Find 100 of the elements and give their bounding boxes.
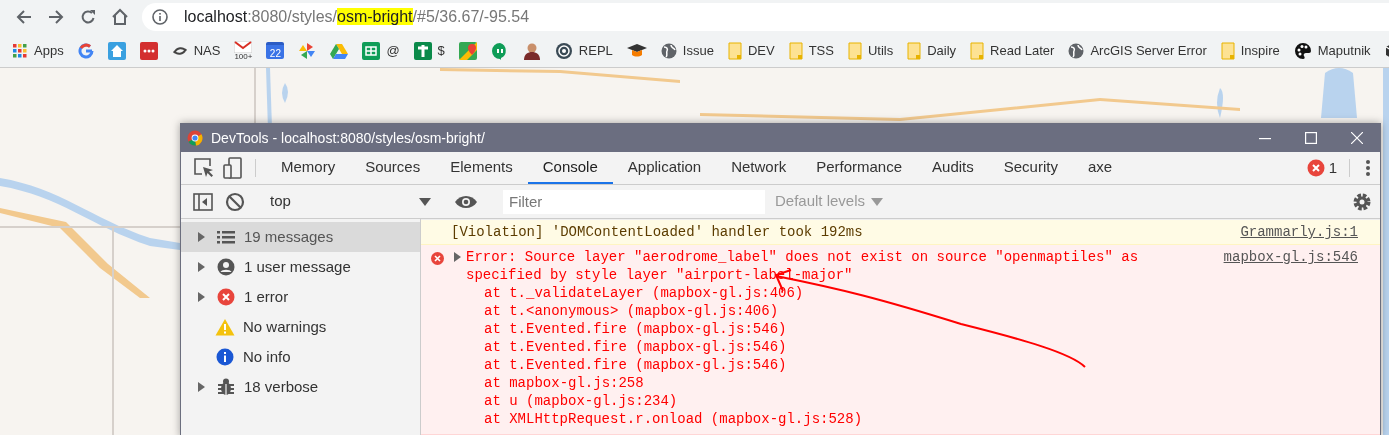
envelope-icon <box>234 40 253 53</box>
source-link[interactable]: mapbox-gl.js:528 <box>719 411 854 427</box>
home-icon <box>111 8 129 26</box>
stack-line: at u (mapbox-gl.js:234) <box>483 392 679 410</box>
tab[interactable]: Network <box>716 152 802 184</box>
source-link[interactable]: Grammarly.js:1 <box>1240 223 1358 241</box>
bookmark[interactable] <box>137 41 160 60</box>
palette-icon <box>1293 41 1312 60</box>
bookmark[interactable]: 100+ <box>232 40 255 61</box>
person-icon <box>522 41 541 60</box>
caret-icon <box>419 197 431 206</box>
chat-icon <box>490 41 509 60</box>
bookmark[interactable]: Read Later <box>968 40 1057 61</box>
sidebar-panel-icon <box>193 192 213 211</box>
browser-logo-icon <box>187 130 203 146</box>
info-icon <box>216 348 234 366</box>
bookmark[interactable]: Issue <box>658 40 716 61</box>
sidebar-item[interactable]: 1 error <box>181 282 420 312</box>
forward-arrow-icon <box>48 9 64 25</box>
grid-icon <box>12 42 28 59</box>
spiral-icon <box>554 41 573 60</box>
inspect-icon <box>193 157 215 179</box>
stack-line: at t.Evented.fire (mapbox-gl.js:546) <box>483 356 788 374</box>
folder-icon <box>907 41 922 60</box>
plus-icon <box>413 41 432 60</box>
bookmark[interactable]: 22 <box>264 42 287 59</box>
error-icon <box>217 288 235 306</box>
back-arrow-icon <box>16 9 32 25</box>
sidebar-item[interactable]: No warnings <box>181 312 420 342</box>
device-icon <box>223 157 245 179</box>
source-link[interactable]: mapbox-gl.js:234 <box>534 393 669 409</box>
stack-line: at XMLHttpRequest.r.onload (mapbox-gl.js:528) <box>483 410 864 428</box>
house-icon <box>107 41 126 60</box>
error-count-button[interactable]: 1 <box>1302 152 1341 184</box>
source-link[interactable]: mapbox-gl.js:546 <box>643 339 779 355</box>
bookmark[interactable]: Apps <box>10 40 66 61</box>
cap-icon <box>626 42 647 59</box>
source-link[interactable]: mapbox-gl.js:546 <box>1223 248 1358 428</box>
sidebar-item[interactable]: 1 user message <box>181 252 420 282</box>
source-link[interactable]: mapbox-gl.js:258 <box>509 375 644 391</box>
bookmark[interactable]: ArcGIS Server Error <box>1066 40 1209 61</box>
eye-icon <box>454 193 478 210</box>
bug-icon <box>217 378 235 396</box>
stack-line: at t._validateLayer (mapbox-gl.js:406) <box>483 284 805 302</box>
stack-line: at t.<anonymous> (mapbox-gl.js:406) <box>483 302 780 320</box>
tab[interactable]: Application <box>612 152 717 184</box>
folder-icon <box>727 41 742 60</box>
bookmark[interactable]: NAS <box>169 40 223 61</box>
context-select[interactable]: top <box>262 190 437 213</box>
folder-icon <box>1220 41 1235 60</box>
settings-icon <box>1352 191 1372 212</box>
tab[interactable]: Elements <box>435 152 528 184</box>
tab[interactable]: Security <box>988 152 1073 184</box>
spreadsheet-icon <box>362 41 381 60</box>
warning-icon <box>215 318 235 336</box>
dots-icon <box>139 41 158 60</box>
sidebar-item[interactable]: No info <box>181 342 420 372</box>
tab[interactable]: Audits <box>917 152 989 184</box>
bookmark[interactable]: Inspire <box>1218 40 1282 61</box>
bookmark[interactable]: DEV <box>725 40 777 61</box>
globe-icon <box>1068 42 1085 59</box>
stack-line: at t.Evented.fire (mapbox-gl.js:546) <box>483 338 788 356</box>
source-link[interactable]: mapbox-gl.js:406 <box>635 303 770 319</box>
user-icon <box>217 258 235 276</box>
sidebar-item[interactable]: 18 verbose <box>181 372 420 402</box>
bookmark[interactable]: TSS <box>786 40 836 61</box>
tab[interactable]: Sources <box>350 152 436 184</box>
stack-line: at t.Evented.fire (mapbox-gl.js:546) <box>483 320 788 338</box>
source-link[interactable]: mapbox-gl.js:546 <box>643 357 779 373</box>
bookmark[interactable]: Daily <box>905 40 959 61</box>
list-icon <box>217 230 235 244</box>
bookmark[interactable]: REPL <box>552 40 615 61</box>
tab[interactable]: axe <box>1072 152 1128 184</box>
map-pin-icon <box>458 41 477 60</box>
triangle-icon <box>330 42 349 59</box>
expand-arrow-icon[interactable] <box>454 252 461 262</box>
bookmark[interactable]: Utils <box>845 40 896 61</box>
folder-icon <box>788 41 803 60</box>
filter-field[interactable]: Filter <box>503 189 765 214</box>
info-icon <box>152 9 168 25</box>
close-icon <box>1351 132 1363 144</box>
icon-caption: 100+ <box>234 52 253 61</box>
folder-icon <box>847 41 862 60</box>
block-icon <box>225 191 245 212</box>
sidebar-item[interactable]: 19 messages <box>181 222 420 252</box>
tab[interactable]: Memory <box>266 152 351 184</box>
reload-icon <box>80 9 96 25</box>
error-icon <box>431 251 444 265</box>
kebab-icon <box>1366 159 1370 177</box>
source-link[interactable]: mapbox-gl.js:546 <box>643 321 779 337</box>
source-link[interactable]: mapbox-gl.js:406 <box>660 285 795 301</box>
bookmark[interactable]: Maputnik <box>1291 40 1373 61</box>
globe-icon <box>660 42 677 59</box>
window-title: DevTools - localhost:8080/styles/osm-bright/ <box>211 128 485 148</box>
folder-icon <box>970 41 985 60</box>
bookmark[interactable]: $ <box>411 40 447 61</box>
tab[interactable]: Performance <box>801 152 918 184</box>
stack-line: at mapbox-gl.js:258 <box>483 374 645 392</box>
bookmark[interactable]: @ <box>360 40 402 61</box>
maximize-icon <box>1305 132 1317 144</box>
